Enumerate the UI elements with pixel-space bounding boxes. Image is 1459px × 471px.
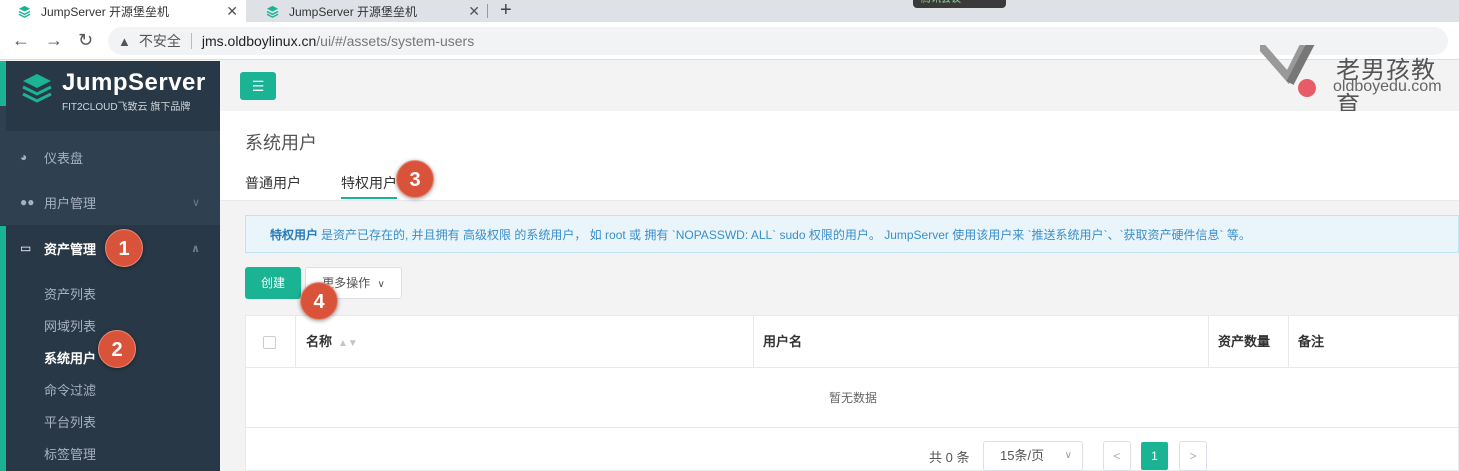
new-tab-button[interactable]: + xyxy=(500,0,512,22)
url-divider xyxy=(190,33,192,49)
tab-title: JumpServer 开源堡垒机 xyxy=(41,4,170,19)
meeting-indicator: 腾讯会议 xyxy=(913,0,1006,8)
menu-toggle-button[interactable]: ☰ xyxy=(240,72,276,100)
jumpserver-logo-icon xyxy=(22,74,52,103)
active-strip xyxy=(0,61,6,106)
empty-data-row: 暂无数据 xyxy=(246,368,1459,428)
tab-title: JumpServer 开源堡垒机 xyxy=(289,4,418,19)
column-label: 名称 xyxy=(306,334,333,349)
system-users-table: 名称 ▲▼ 用户名 资产数量 备注 暂无数据 xyxy=(245,315,1459,471)
browser-tab-bar: JumpServer 开源堡垒机 ✕ JumpServer 开源堡垒机 ✕ + … xyxy=(0,0,1459,22)
active-strip xyxy=(0,226,6,471)
table-header: 名称 ▲▼ 用户名 资产数量 备注 xyxy=(246,316,1459,368)
menu-label: 仪表盘 xyxy=(44,150,84,166)
assets-submenu: 资产列表 网域列表 系统用户 命令过滤 平台列表 标签管理 xyxy=(6,269,220,471)
chevron-down-icon: ∨ xyxy=(1064,450,1072,461)
dashboard-icon: ◕ xyxy=(20,150,28,164)
menu-label: 资产管理 xyxy=(44,241,97,257)
submenu-item-label-management[interactable]: 标签管理 xyxy=(44,444,96,463)
submenu-item-system-users[interactable]: 系统用户 xyxy=(44,348,96,367)
top-navbar: ☰ xyxy=(220,45,1459,111)
back-arrow-icon[interactable]: ← xyxy=(12,30,30,51)
close-tab-icon[interactable]: ✕ xyxy=(468,3,480,20)
jumpserver-favicon-icon xyxy=(266,5,279,18)
column-header-name[interactable]: 名称 ▲▼ xyxy=(296,316,358,368)
select-all-checkbox[interactable] xyxy=(263,336,276,349)
logo-subtitle: FIT2CLOUD飞致云 旗下品牌 xyxy=(62,102,191,113)
menu-item-dashboard[interactable]: ◕ 仪表盘 xyxy=(0,134,220,180)
info-text: 是资产已存在的, 并且拥有 高级权限 的系统用户， 如 root 或 拥有 `N… xyxy=(321,227,1251,242)
pagination-total: 共 0 条 xyxy=(929,450,970,465)
menu-item-users[interactable]: ●● 用户管理 ∨ xyxy=(0,179,220,225)
prev-page-button[interactable]: < xyxy=(1103,441,1131,471)
url-field[interactable]: ▲ 不安全 jms.oldboylinux.cn/ui/#/assets/sys… xyxy=(108,27,1448,55)
sidebar: JumpServer FIT2CLOUD飞致云 旗下品牌 ◕ 仪表盘 ●● 用户… xyxy=(0,61,220,471)
tab-separator xyxy=(487,4,488,18)
url-host[interactable]: jms.oldboylinux.cn xyxy=(202,33,316,49)
reload-icon[interactable]: ↻ xyxy=(78,30,93,51)
column-header-asset-count[interactable]: 资产数量 xyxy=(1208,316,1270,368)
menu-label: 用户管理 xyxy=(44,195,97,211)
chevron-up-icon: ∧ xyxy=(191,242,200,255)
submenu-item-command-filter[interactable]: 命令过滤 xyxy=(44,380,96,399)
url-path[interactable]: /ui/#/assets/system-users xyxy=(316,33,474,49)
page-number-current[interactable]: 1 xyxy=(1141,442,1168,470)
logo-title: JumpServer xyxy=(62,69,206,96)
inbox-icon: ▭ xyxy=(20,241,32,255)
close-tab-icon[interactable]: ✕ xyxy=(226,3,238,20)
active-tab-indicator xyxy=(341,197,397,199)
submenu-item-platform-list[interactable]: 平台列表 xyxy=(44,412,96,431)
page-title: 系统用户 xyxy=(245,133,317,153)
logo[interactable]: JumpServer FIT2CLOUD飞致云 旗下品牌 xyxy=(6,61,220,131)
brand-name-en: oldboyedu.com xyxy=(1333,78,1442,95)
users-icon: ●● xyxy=(20,195,35,209)
page-size-select[interactable]: 15条/页 ∨ xyxy=(983,441,1083,471)
column-header-comment[interactable]: 备注 xyxy=(1288,316,1324,368)
chevron-down-icon: ∨ xyxy=(191,196,200,209)
next-page-button[interactable]: > xyxy=(1179,441,1207,471)
submenu-item-domain-list[interactable]: 网域列表 xyxy=(44,316,96,335)
security-label[interactable]: 不安全 xyxy=(139,31,181,51)
create-button[interactable]: 创建 xyxy=(245,267,301,299)
step-marker-1: 1 xyxy=(105,229,143,267)
submenu-item-asset-list[interactable]: 资产列表 xyxy=(44,284,96,303)
tab-privileged-users[interactable]: 特权用户 xyxy=(341,173,397,193)
info-bold: 特权用户 xyxy=(270,227,319,242)
forward-arrow-icon[interactable]: → xyxy=(45,30,63,51)
step-marker-2: 2 xyxy=(98,330,136,368)
column-header-username[interactable]: 用户名 xyxy=(753,316,802,368)
chevron-down-icon: ∨ xyxy=(377,279,385,290)
step-marker-3: 3 xyxy=(396,160,434,198)
info-alert: 特权用户 是资产已存在的, 并且拥有 高级权限 的系统用户， 如 root 或 … xyxy=(245,215,1459,253)
page-size-value: 15条/页 xyxy=(1000,448,1045,463)
address-bar: ← → ↻ ▲ 不安全 jms.oldboylinux.cn/ui/#/asse… xyxy=(0,22,1459,60)
tab-normal-users[interactable]: 普通用户 xyxy=(245,173,301,193)
browser-tab-active[interactable]: JumpServer 开源堡垒机 ✕ xyxy=(0,0,246,22)
jumpserver-favicon-icon xyxy=(18,5,31,18)
browser-tab-inactive[interactable]: JumpServer 开源堡垒机 ✕ xyxy=(248,0,488,22)
warning-icon[interactable]: ▲ xyxy=(118,34,131,49)
step-marker-4: 4 xyxy=(300,282,338,320)
sort-icon[interactable]: ▲▼ xyxy=(338,338,358,349)
